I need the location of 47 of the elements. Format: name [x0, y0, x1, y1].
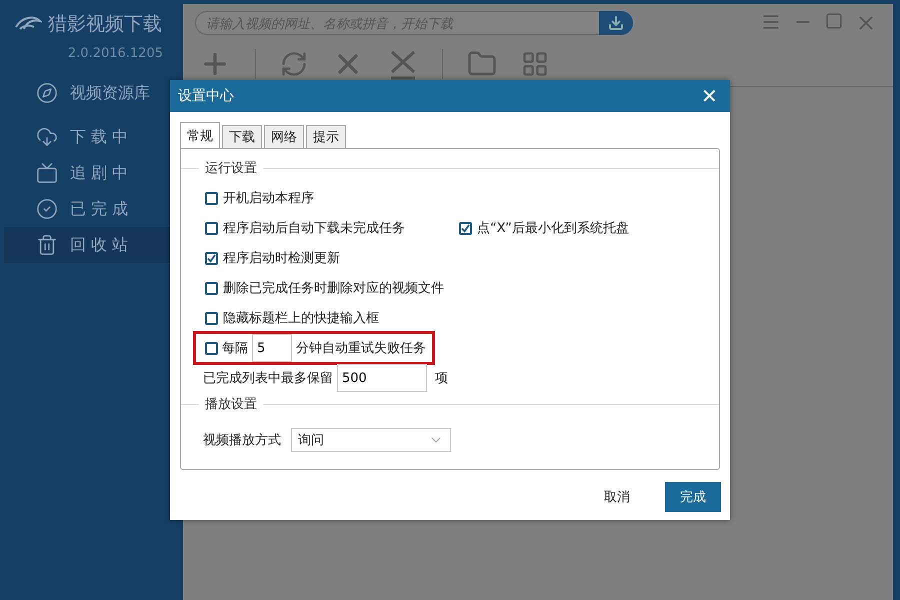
option-label: 每隔 [222, 340, 248, 357]
tab[interactable]: 网络 [264, 125, 304, 148]
option-label: 点“X”后最小化到系统托盘 [477, 220, 629, 237]
cloud-download-icon [36, 126, 58, 148]
app-title: 猎影视频下载 [48, 12, 162, 37]
confirm-button[interactable]: 完成 [665, 482, 721, 512]
grid-icon[interactable] [521, 50, 549, 78]
tab[interactable]: 常规 [180, 122, 220, 148]
section-title: 播放设置 [204, 396, 258, 413]
checkbox[interactable] [205, 342, 218, 354]
checkbox[interactable] [205, 282, 218, 294]
sidebar-item[interactable]: 已 完 成 [4, 191, 179, 227]
tv-icon [36, 162, 58, 184]
count-field[interactable]: 500 [337, 364, 427, 392]
option-label: 分钟自动重试失败任务 [296, 340, 426, 357]
option-label: 项 [435, 370, 448, 387]
checkbox[interactable] [459, 222, 472, 234]
version-text: 2.0.2016.1205 [66, 46, 164, 61]
check-circle-icon [36, 198, 58, 220]
cancel-button[interactable]: 取消 [589, 482, 645, 512]
compass-icon [36, 82, 58, 104]
option-label: 程序启动后自动下载未完成任务 [223, 220, 405, 237]
trash-icon [36, 234, 58, 256]
checkbox[interactable] [205, 312, 218, 324]
checkbox[interactable] [205, 252, 218, 264]
option-label: 视频播放方式 [203, 432, 281, 449]
play-mode-dropdown[interactable]: 询问 [291, 428, 451, 452]
dialog-title: 设置中心 [178, 87, 234, 105]
option-label: 程序启动时检测更新 [223, 250, 340, 267]
download-icon [608, 15, 624, 31]
checkbox[interactable] [205, 192, 218, 204]
option-label: 删除已完成任务时删除对应的视频文件 [223, 280, 444, 297]
download-button[interactable] [599, 11, 633, 35]
tab[interactable]: 下载 [222, 125, 262, 148]
sidebar-item[interactable]: 下 载 中 [4, 119, 179, 155]
section-title: 运行设置 [204, 160, 258, 177]
checkbox[interactable] [205, 222, 218, 234]
refresh-icon[interactable] [280, 50, 308, 78]
close-button[interactable]: ✕ [697, 84, 722, 108]
sidebar-item[interactable]: 追 剧 中 [4, 155, 179, 191]
option-label: 已完成列表中最多保留 [203, 370, 333, 387]
tab[interactable]: 提示 [306, 125, 346, 148]
interval-field[interactable]: 5 [252, 334, 292, 362]
option-label: 隐藏标题栏上的快捷输入框 [223, 310, 379, 327]
option-label: 开机启动本程序 [223, 190, 314, 207]
sidebar-item[interactable]: 视频资源库 [4, 75, 179, 111]
delete-all-icon[interactable] [388, 48, 418, 80]
